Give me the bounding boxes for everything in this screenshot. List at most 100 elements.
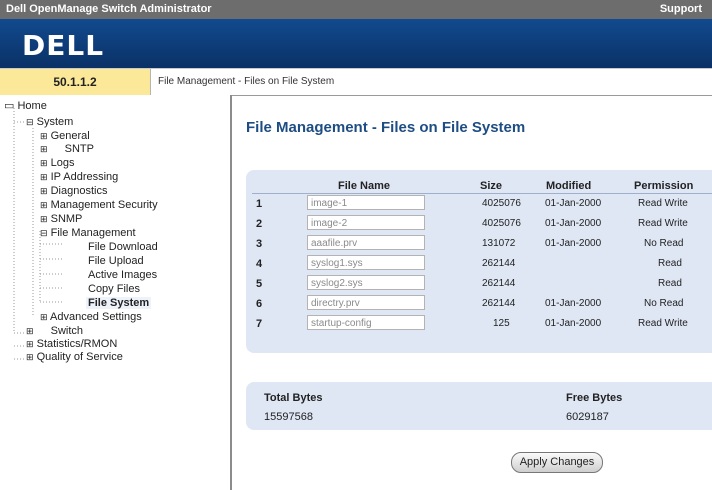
expand-icon: ⊞	[40, 200, 48, 210]
tree-item-label: SNMP	[50, 213, 83, 225]
file-size: 262144	[482, 298, 516, 309]
file-name-field[interactable]: syslog2.sys	[307, 275, 425, 290]
expand-icon: ⊞	[40, 144, 48, 154]
apply-changes-button[interactable]: Apply Changes	[511, 452, 603, 473]
file-size: 131072	[482, 238, 516, 249]
file-name-field[interactable]: startup-config	[307, 315, 425, 330]
column-header-size: Size	[480, 180, 503, 192]
tree-item-label: Diagnostics	[50, 185, 108, 197]
row-number: 5	[256, 278, 263, 290]
address-bar: 50.1.1.2 File Management - Files on File…	[0, 68, 712, 96]
expand-icon: ⊞	[40, 172, 48, 182]
collapse-icon: ⊟	[40, 228, 48, 238]
tree-item-label: File Upload	[88, 255, 144, 267]
tree-item-file-upload[interactable]: File Upload	[88, 255, 144, 267]
tree-item-label: Advanced Settings	[50, 311, 142, 323]
tree-item-statistics-rmon[interactable]: ⊞ Statistics/RMON	[26, 338, 117, 350]
expand-icon: ⊞	[40, 186, 48, 196]
tree-item-logs[interactable]: ⊞ Logs	[40, 157, 74, 169]
expand-icon: ⊞	[40, 214, 48, 224]
expand-icon: ⊞	[40, 158, 48, 168]
tree-item-label: System	[36, 116, 74, 128]
tree-item-label: Logs	[50, 157, 75, 169]
tree-item-label: Switch	[50, 325, 84, 337]
table-row: 5 syslog2.sys 262144 Read	[252, 274, 712, 293]
column-header-file-name: File Name	[338, 180, 390, 192]
column-header-permission: Permission	[634, 180, 694, 192]
file-modified: 01-Jan-2000	[545, 238, 602, 249]
tree-item-system[interactable]: ⊟ System	[26, 116, 73, 128]
tree-item-label: File Management	[50, 227, 136, 239]
tree-item-label: Quality of Service	[36, 351, 123, 363]
table-row: 1 image-1 4025076 01-Jan-2000 Read Write	[252, 194, 712, 213]
tree-item-file-download[interactable]: File Download	[88, 241, 158, 253]
file-size: 4025076	[482, 218, 521, 229]
file-modified: 01-Jan-2000	[545, 318, 602, 329]
tree-item-ip-addressing[interactable]: ⊞ IP Addressing	[40, 171, 118, 183]
file-name-field[interactable]: image-2	[307, 215, 425, 230]
tree-item-switch[interactable]: ⊞ Switch	[26, 325, 83, 337]
expand-icon: ⊞	[40, 312, 48, 322]
table-row: 4 syslog1.sys 262144 Read	[252, 254, 712, 273]
tree-item-home[interactable]: ▭ Home	[4, 100, 47, 112]
file-size: 125	[493, 318, 510, 329]
total-bytes-label: Total Bytes	[264, 392, 323, 404]
file-name-field[interactable]: aaafile.prv	[307, 235, 425, 250]
tree-item-copy-files[interactable]: Copy Files	[88, 283, 140, 295]
table-row: 7 startup-config 125 01-Jan-2000 Read Wr…	[252, 314, 712, 333]
row-number: 4	[256, 258, 263, 270]
file-permission: Read	[658, 278, 682, 289]
breadcrumb: File Management - Files on File System	[158, 76, 335, 87]
free-bytes-label: Free Bytes	[566, 392, 623, 404]
top-bar: Dell OpenManage Switch Administrator Sup…	[0, 0, 712, 19]
app-title: Dell OpenManage Switch Administrator	[6, 3, 212, 15]
tree-item-active-images[interactable]: Active Images	[88, 269, 157, 281]
tree-item-label: Statistics/RMON	[36, 338, 118, 350]
home-folder-icon: ▭	[4, 100, 15, 112]
tree-item-sntp[interactable]: ⊞ SNTP	[40, 143, 94, 155]
expand-icon: ⊞	[26, 326, 34, 336]
row-number: 6	[256, 298, 263, 310]
tree-item-diagnostics[interactable]: ⊞ Diagnostics	[40, 185, 107, 197]
dell-logo: DELL	[22, 29, 105, 62]
file-permission: Read	[658, 258, 682, 269]
tree-item-label: General	[50, 130, 90, 142]
tree-item-label: File Download	[88, 241, 158, 253]
table-row: 3 aaafile.prv 131072 01-Jan-2000 No Read	[252, 234, 712, 253]
table-row: 6 directry.prv 262144 01-Jan-2000 No Rea…	[252, 294, 712, 313]
file-modified: 01-Jan-2000	[545, 298, 602, 309]
tree-item-file-system[interactable]: File System	[86, 297, 152, 309]
row-number: 1	[256, 198, 263, 210]
totals-table: Total Bytes 15597568 Free Bytes 6029187	[246, 382, 712, 430]
file-name-field[interactable]: directry.prv	[307, 295, 425, 310]
file-permission: Read Write	[638, 218, 688, 229]
tree-item-general[interactable]: ⊞ General	[40, 130, 90, 142]
expand-icon: ⊞	[26, 352, 34, 362]
file-size: 4025076	[482, 198, 521, 209]
files-table: File Name Size Modified Permission 1 ima…	[246, 170, 712, 353]
tree-item-management-security[interactable]: ⊞ Management Security	[40, 199, 158, 211]
file-permission: No Read	[644, 298, 684, 309]
file-permission: Read Write	[638, 318, 688, 329]
tree-item-file-management[interactable]: ⊟ File Management	[40, 227, 136, 239]
tree-item-label: Home	[17, 100, 47, 112]
tree-item-snmp[interactable]: ⊞ SNMP	[40, 213, 82, 225]
switch-ip-address: 50.1.1.2	[0, 69, 151, 95]
tree-item-advanced-settings[interactable]: ⊞ Advanced Settings	[40, 311, 142, 323]
navigation-tree: ▭ Home ⊟ System ⊞ General ⊞ SNTP ⊞ Logs …	[0, 95, 232, 490]
file-name-field[interactable]: syslog1.sys	[307, 255, 425, 270]
expand-icon: ⊞	[40, 131, 48, 141]
collapse-icon: ⊟	[26, 117, 34, 127]
row-number: 2	[256, 218, 263, 230]
logo-bar: DELL	[0, 19, 712, 68]
support-link[interactable]: Support	[660, 3, 702, 15]
tree-item-label: Copy Files	[88, 283, 140, 295]
row-number: 3	[256, 238, 263, 250]
file-size: 262144	[482, 258, 516, 269]
tree-item-label: Active Images	[88, 269, 158, 281]
file-name-field[interactable]: image-1	[307, 195, 425, 210]
file-modified: 01-Jan-2000	[545, 218, 602, 229]
tree-item-quality-of-service[interactable]: ⊞ Quality of Service	[26, 351, 123, 363]
table-row: 2 image-2 4025076 01-Jan-2000 Read Write	[252, 214, 712, 233]
file-modified: 01-Jan-2000	[545, 198, 602, 209]
